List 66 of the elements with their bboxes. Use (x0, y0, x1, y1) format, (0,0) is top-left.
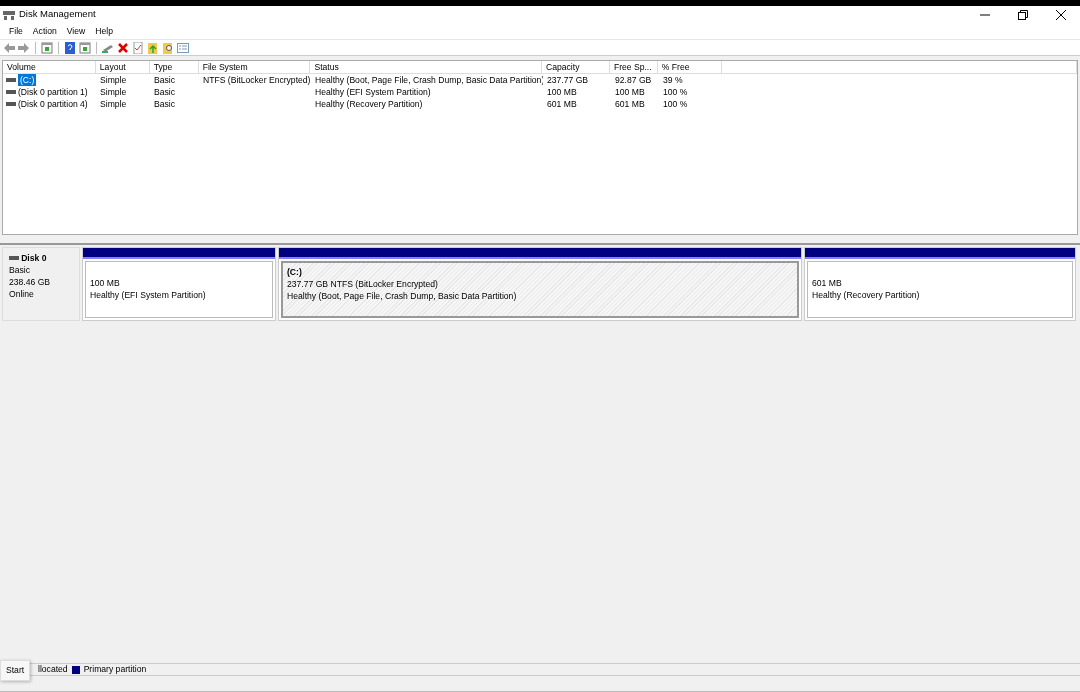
disk-name: Disk 0 (21, 252, 47, 264)
folder-search-icon[interactable] (162, 41, 174, 54)
partition[interactable]: (C:) 237.77 GB NTFS (BitLocker Encrypted) Healthy (Boot, Page File, Crash Dump, Basic Data Partition) (278, 247, 802, 321)
menu-item[interactable]: View (61, 24, 91, 38)
table-cell: 601 MB (615, 99, 645, 109)
disk-management-icon (3, 9, 15, 20)
forward-icon[interactable] (18, 41, 30, 54)
column-header[interactable]: Volume (3, 61, 96, 73)
column-header[interactable]: Capacity (542, 61, 610, 73)
list-icon[interactable] (177, 41, 189, 54)
folder-up-icon[interactable] (147, 41, 159, 54)
window-icon[interactable] (41, 41, 53, 54)
partition-size: 100 MB (90, 277, 121, 289)
window-icon[interactable] (79, 41, 91, 54)
table-cell[interactable]: (Disk 0 partition 4) (18, 98, 88, 110)
restore-button[interactable] (1018, 9, 1028, 20)
close-button[interactable] (1056, 9, 1066, 20)
partition[interactable]: 100 MB Healthy (EFI System Partition) (82, 247, 276, 321)
window-title: Disk Management (19, 7, 96, 22)
help-icon[interactable] (64, 41, 76, 54)
partition-size: 601 MB (812, 277, 843, 289)
table-cell[interactable]: (C:) (18, 74, 37, 86)
partition[interactable]: 601 MB Healthy (Recovery Partition) (804, 247, 1076, 321)
tooltip: Start (0, 660, 31, 681)
menu-item[interactable]: Action (27, 24, 62, 38)
column-header[interactable]: Type (149, 61, 199, 73)
table-cell: 100 % (663, 99, 688, 109)
table-cell: Simple (100, 75, 127, 85)
partition-status: Healthy (Boot, Page File, Crash Dump, Basic Data Partition) (287, 290, 518, 302)
table-cell: Basic (154, 99, 175, 109)
table-cell: 100 % (663, 87, 688, 97)
checklist-icon[interactable] (132, 41, 144, 54)
table-cell[interactable]: (Disk 0 partition 1) (18, 86, 88, 98)
table-cell: Healthy (Recovery Partition) (315, 99, 423, 109)
table-cell: 39 % (663, 75, 683, 85)
delete-icon[interactable] (117, 41, 129, 54)
menu-item[interactable]: File (4, 24, 28, 38)
back-icon[interactable] (3, 41, 15, 54)
partition-label: (C:) (287, 266, 303, 278)
disk-size: 238.46 GB (9, 276, 52, 288)
table-cell: Basic (154, 87, 175, 97)
table-cell: 601 MB (547, 99, 577, 109)
legend-label: llocated (38, 663, 68, 676)
legend-label: Primary partition (83, 663, 147, 676)
table-cell: Simple (100, 87, 127, 97)
partition-status: Healthy (Recovery Partition) (812, 289, 921, 301)
column-header[interactable]: Free Sp... (609, 61, 658, 73)
column-header[interactable]: Layout (95, 61, 150, 73)
disk-info-panel[interactable]: Disk 0 Basic 238.46 GB Online (2, 247, 80, 321)
partition-size: 237.77 GB NTFS (BitLocker Encrypted) (287, 278, 439, 290)
table-cell: 100 MB (547, 87, 577, 97)
table-cell: 100 MB (615, 87, 645, 97)
menu-item[interactable]: Help (90, 24, 118, 38)
table-cell: Basic (154, 75, 175, 85)
column-header[interactable]: File System (198, 61, 311, 73)
table-cell: NTFS (BitLocker Encrypted) (203, 75, 311, 85)
partition-status: Healthy (EFI System Partition) (90, 289, 207, 301)
disk-type: Basic (9, 264, 31, 276)
column-header[interactable]: Status (310, 61, 542, 73)
table-cell: 92.87 GB (615, 75, 652, 85)
disk-state: Online (9, 288, 35, 300)
table-cell: Simple (100, 99, 127, 109)
table-cell: Healthy (Boot, Page File, Crash Dump, Basic Data Partition) (315, 75, 543, 85)
column-header[interactable]: % Free (657, 61, 722, 73)
table-cell: Healthy (EFI System Partition) (315, 87, 431, 97)
table-cell: 237.77 GB (547, 75, 589, 85)
